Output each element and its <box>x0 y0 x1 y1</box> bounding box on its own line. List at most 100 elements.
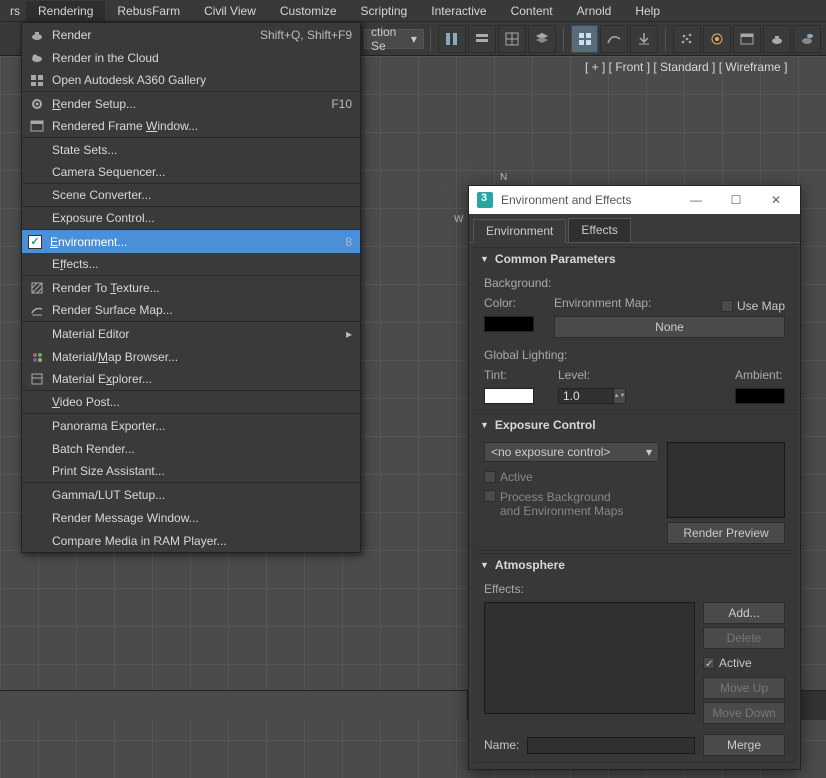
blank-icon <box>28 441 46 457</box>
curve-editor-icon[interactable] <box>600 25 628 53</box>
download-icon[interactable] <box>630 25 658 53</box>
dialog-titlebar[interactable]: Environment and Effects — ☐ ✕ <box>469 186 800 214</box>
frame-window-icon[interactable] <box>733 25 761 53</box>
menu-item-effects[interactable]: Effects... <box>22 253 360 276</box>
effects-list[interactable] <box>484 602 695 714</box>
menu-item-state-sets[interactable]: State Sets... <box>22 138 360 161</box>
render-preview-button[interactable]: Render Preview <box>667 522 785 544</box>
menu-item-label: Rendered Frame Window... <box>52 119 352 133</box>
section-common-parameters: ▼Common Parameters Background: Color: En… <box>473 247 796 411</box>
menu-rebusfarm[interactable]: RebusFarm <box>105 1 192 21</box>
menu-item-render-in-the-cloud[interactable]: Render in the Cloud <box>22 46 360 69</box>
schematic-icon[interactable] <box>498 25 526 53</box>
blank-icon <box>28 533 46 549</box>
menu-item-material-explorer[interactable]: Material Explorer... <box>22 368 360 391</box>
envmap-label: Environment Map: <box>554 296 651 310</box>
teapot-render-icon[interactable] <box>763 25 791 53</box>
menu-item-panorama-exporter[interactable]: Panorama Exporter... <box>22 414 360 437</box>
menu-item-label: Batch Render... <box>52 442 352 456</box>
render-setup-icon[interactable] <box>703 25 731 53</box>
menu-bar: rs Rendering RebusFarm Civil View Custom… <box>0 0 826 22</box>
spinner-arrows-icon[interactable]: ▲▼ <box>614 388 626 404</box>
menu-shortcut: F10 <box>331 97 352 111</box>
maximize-button[interactable]: ☐ <box>716 186 756 214</box>
add-button[interactable]: Add... <box>703 602 785 624</box>
menu-item-camera-sequencer[interactable]: Camera Sequencer... <box>22 161 360 184</box>
blank-icon <box>28 256 46 272</box>
menu-item-print-size-assistant[interactable]: Print Size Assistant... <box>22 460 360 483</box>
move-up-button[interactable]: Move Up <box>703 677 785 699</box>
menu-scripting[interactable]: Scripting <box>349 1 420 21</box>
delete-button[interactable]: Delete <box>703 627 785 649</box>
menu-item-render[interactable]: RenderShift+Q, Shift+F9 <box>22 23 360 46</box>
check-icon <box>28 235 42 249</box>
teapot-cloud-icon[interactable] <box>793 25 821 53</box>
menu-item-gamma-lut-setup[interactable]: Gamma/LUT Setup... <box>22 483 360 506</box>
blank-icon <box>28 487 46 503</box>
layers-icon[interactable] <box>468 25 496 53</box>
section-header-common[interactable]: ▼Common Parameters <box>474 248 795 270</box>
menu-item-render-message-window[interactable]: Render Message Window... <box>22 506 360 529</box>
menu-help[interactable]: Help <box>623 1 672 21</box>
frame-icon <box>28 118 46 134</box>
section-header-atmosphere[interactable]: ▼Atmosphere <box>474 554 795 576</box>
menu-item-label: Exposure Control... <box>52 211 352 225</box>
menu-customize[interactable]: Customize <box>268 1 349 21</box>
menu-item-environment[interactable]: Environment...8 <box>22 230 360 253</box>
viewcube-w: W <box>454 214 463 225</box>
particles-icon[interactable] <box>673 25 701 53</box>
name-input[interactable] <box>527 737 695 754</box>
rendering-menu: RenderShift+Q, Shift+F9Render in the Clo… <box>21 22 361 553</box>
ambient-swatch[interactable] <box>735 388 785 404</box>
atmosphere-active-checkbox[interactable] <box>703 657 715 669</box>
menu-item-render-setup[interactable]: Render Setup...F10 <box>22 92 360 115</box>
color-label: Color: <box>484 296 534 310</box>
menu-item-label: Panorama Exporter... <box>52 419 352 433</box>
merge-button[interactable]: Merge <box>703 734 785 756</box>
menu-item-rendered-frame-window[interactable]: Rendered Frame Window... <box>22 115 360 138</box>
menu-item-exposure-control[interactable]: Exposure Control... <box>22 207 360 230</box>
menu-rendering[interactable]: Rendering <box>26 1 105 21</box>
menu-item-render-to-texture[interactable]: Render To Texture... <box>22 276 360 299</box>
selection-set-dropdown[interactable]: ction Se ▾ <box>364 29 424 49</box>
menu-item-scene-converter[interactable]: Scene Converter... <box>22 184 360 207</box>
menu-item-video-post[interactable]: Video Post... <box>22 391 360 414</box>
effects-label: Effects: <box>484 582 785 596</box>
menu-item-render-surface-map[interactable]: Render Surface Map... <box>22 299 360 322</box>
chevron-down-icon: ▾ <box>411 32 417 46</box>
menu-civilview[interactable]: Civil View <box>192 1 268 21</box>
menu-item-label: Material/Map Browser... <box>52 350 352 364</box>
level-value[interactable]: 1.0 <box>558 388 614 404</box>
grid-toggle-icon[interactable] <box>571 25 599 53</box>
menu-item-label: Render To Texture... <box>52 281 352 295</box>
menu-item-open-autodesk-a360-gallery[interactable]: Open Autodesk A360 Gallery <box>22 69 360 92</box>
use-map-checkbox[interactable] <box>721 300 733 312</box>
menu-content[interactable]: Content <box>499 1 565 21</box>
background-color-swatch[interactable] <box>484 316 534 332</box>
tab-environment[interactable]: Environment <box>473 219 566 243</box>
align-icon[interactable] <box>438 25 466 53</box>
gear-icon <box>28 96 46 112</box>
menu-arnold[interactable]: Arnold <box>565 1 624 21</box>
menu-item-label: Compare Media in RAM Player... <box>52 534 352 548</box>
section-exposure-control: ▼Exposure Control <no exposure control> … <box>473 413 796 551</box>
level-spinner[interactable]: 1.0 ▲▼ <box>558 388 626 404</box>
minimize-button[interactable]: — <box>676 186 716 214</box>
menu-interactive[interactable]: Interactive <box>419 1 498 21</box>
menu-item-batch-render[interactable]: Batch Render... <box>22 437 360 460</box>
section-header-exposure[interactable]: ▼Exposure Control <box>474 414 795 436</box>
selection-set-label: ction Se <box>371 25 411 53</box>
tab-effects[interactable]: Effects <box>568 218 630 242</box>
menu-item-material-map-browser[interactable]: Material/Map Browser... <box>22 345 360 368</box>
stack-icon[interactable] <box>528 25 556 53</box>
environment-map-button[interactable]: None <box>554 316 785 338</box>
tint-swatch[interactable] <box>484 388 534 404</box>
move-down-button[interactable]: Move Down <box>703 702 785 724</box>
environment-effects-dialog: Environment and Effects — ☐ ✕ Environmen… <box>468 185 801 770</box>
menu-item-material-editor[interactable]: Material Editor▸ <box>22 322 360 345</box>
menu-item-compare-media-in-ram-player[interactable]: Compare Media in RAM Player... <box>22 529 360 552</box>
viewport-label[interactable]: [ + ] [ Front ] [ Standard ] [ Wireframe… <box>585 60 787 74</box>
close-button[interactable]: ✕ <box>756 186 796 214</box>
menu-item-label: Render Message Window... <box>52 511 352 525</box>
exposure-control-dropdown[interactable]: <no exposure control> ▾ <box>484 442 659 462</box>
